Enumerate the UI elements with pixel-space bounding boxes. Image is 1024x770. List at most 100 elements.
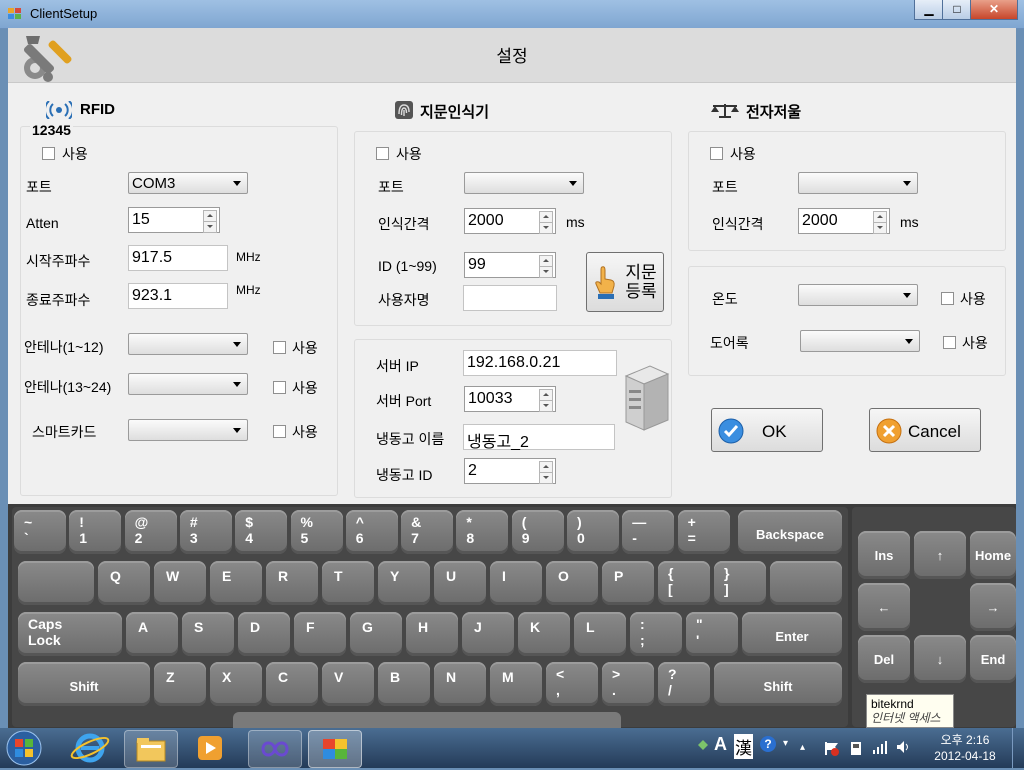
key-punct-0[interactable]: :; bbox=[630, 612, 682, 656]
spin-down-icon[interactable] bbox=[539, 400, 553, 412]
scale-port-select[interactable] bbox=[798, 172, 918, 194]
key-n[interactable]: N bbox=[434, 662, 486, 706]
key--[interactable]: — - bbox=[622, 510, 675, 554]
cancel-button[interactable]: Cancel bbox=[869, 408, 981, 452]
key-g[interactable]: G bbox=[350, 612, 402, 656]
key-4[interactable]: $4 bbox=[235, 510, 288, 554]
fridge-id-spinner[interactable]: 2 bbox=[464, 458, 556, 484]
doorlock-select[interactable] bbox=[800, 330, 920, 352]
key-t[interactable]: T bbox=[322, 561, 374, 605]
delete-key[interactable]: Del bbox=[858, 635, 910, 683]
file-explorer-icon[interactable] bbox=[124, 730, 178, 768]
tab-key[interactable] bbox=[18, 561, 94, 605]
backspace-key[interactable]: Backspace bbox=[738, 510, 842, 554]
key-6[interactable]: ^ 6 bbox=[345, 510, 398, 554]
key-7[interactable]: & 7 bbox=[401, 510, 454, 554]
key-3[interactable]: #3 bbox=[179, 510, 232, 554]
key-2[interactable]: @2 bbox=[124, 510, 177, 554]
start-freq-input[interactable]: 917.5 bbox=[128, 245, 228, 271]
clientsetup-taskbar-icon[interactable] bbox=[308, 730, 362, 768]
home-key[interactable]: Home bbox=[970, 531, 1016, 579]
key-x[interactable]: X bbox=[210, 662, 262, 706]
key-5[interactable]: % 5 bbox=[290, 510, 343, 554]
fingerprint-port-select[interactable] bbox=[464, 172, 584, 194]
arrow-up-key[interactable]: ↑ bbox=[914, 531, 966, 579]
network-signal-icon[interactable] bbox=[872, 740, 888, 754]
help-icon[interactable]: ? bbox=[760, 736, 776, 752]
antenna1-use-checkbox[interactable] bbox=[273, 341, 286, 354]
key-=[interactable]: + = bbox=[677, 510, 730, 554]
volume-icon[interactable] bbox=[896, 740, 912, 754]
key-s[interactable]: S bbox=[182, 612, 234, 656]
infinity-app-icon[interactable] bbox=[248, 730, 302, 768]
rfid-port-select[interactable]: COM3 bbox=[128, 172, 248, 194]
spin-down-icon[interactable] bbox=[539, 222, 553, 234]
key-1[interactable]: ! 1 bbox=[69, 510, 122, 554]
key-h[interactable]: H bbox=[406, 612, 458, 656]
key-d[interactable]: D bbox=[238, 612, 290, 656]
spin-down-icon[interactable] bbox=[539, 266, 553, 278]
temperature-use-checkbox[interactable] bbox=[941, 292, 954, 305]
key-m[interactable]: M bbox=[490, 662, 542, 706]
close-button[interactable]: ✕ bbox=[970, 0, 1018, 20]
spin-down-icon[interactable] bbox=[203, 221, 217, 233]
fingerprint-interval-spinner[interactable]: 2000 bbox=[464, 208, 556, 234]
key-b[interactable]: B bbox=[378, 662, 430, 706]
key-i[interactable]: I bbox=[490, 561, 542, 605]
key-o[interactable]: O bbox=[546, 561, 598, 605]
key-a[interactable]: A bbox=[126, 612, 178, 656]
fingerprint-id-spinner[interactable]: 99 bbox=[464, 252, 556, 278]
key-punct2-0[interactable]: <, bbox=[546, 662, 598, 706]
arrow-left-key[interactable]: ← bbox=[858, 583, 910, 631]
key-r[interactable]: R bbox=[266, 561, 318, 605]
key-l[interactable]: L bbox=[574, 612, 626, 656]
fingerprint-use-checkbox[interactable] bbox=[376, 147, 389, 160]
insert-key[interactable]: Ins bbox=[858, 531, 910, 579]
antenna1-select[interactable] bbox=[128, 333, 248, 355]
clock[interactable]: 오후 2:16 2012-04-18 bbox=[930, 732, 1000, 764]
key-w[interactable]: W bbox=[154, 561, 206, 605]
spin-down-icon[interactable] bbox=[539, 472, 553, 484]
key-9[interactable]: (9 bbox=[511, 510, 564, 554]
key-p[interactable]: P bbox=[602, 561, 654, 605]
arrow-right-key[interactable]: → bbox=[970, 583, 1016, 631]
key-q[interactable]: Q bbox=[98, 561, 150, 605]
key-0[interactable]: ) 0 bbox=[567, 510, 619, 554]
key-c[interactable]: C bbox=[266, 662, 318, 706]
end-key[interactable]: End bbox=[970, 635, 1016, 683]
ime-a-icon[interactable]: A bbox=[714, 734, 727, 755]
key-e[interactable]: E bbox=[210, 561, 262, 605]
scale-use-checkbox[interactable] bbox=[710, 147, 723, 160]
key-punct2-1[interactable]: >. bbox=[602, 662, 654, 706]
atten-spinner[interactable]: 15 bbox=[128, 207, 220, 233]
username-input[interactable] bbox=[463, 285, 557, 311]
end-freq-input[interactable]: 923.1 bbox=[128, 283, 228, 309]
tray-expand-icon[interactable]: ▾ bbox=[783, 738, 788, 749]
fridge-name-input[interactable]: 냉동고_2 bbox=[463, 424, 615, 451]
antenna2-use-checkbox[interactable] bbox=[273, 381, 286, 394]
media-player-icon[interactable] bbox=[184, 730, 236, 766]
caps-lock-key[interactable]: Caps Lock bbox=[18, 612, 122, 656]
show-desktop-button[interactable] bbox=[1012, 728, 1024, 768]
action-center-flag-icon[interactable] bbox=[824, 740, 840, 756]
key-8[interactable]: * 8 bbox=[456, 510, 509, 554]
window-titlebar[interactable]: ClientSetup ▁ □ ✕ bbox=[0, 0, 1024, 29]
key-y[interactable]: Y bbox=[378, 561, 430, 605]
smartcard-use-checkbox[interactable] bbox=[273, 425, 286, 438]
tray-arrow-icon[interactable]: ▴ bbox=[800, 742, 805, 753]
enter-key[interactable]: Enter bbox=[742, 612, 842, 656]
temperature-select[interactable] bbox=[798, 284, 918, 306]
key-`[interactable]: ~ ` bbox=[14, 510, 66, 554]
key-v[interactable]: V bbox=[322, 662, 374, 706]
key-j[interactable]: J bbox=[462, 612, 514, 656]
start-button[interactable] bbox=[4, 729, 44, 767]
key-punct-1[interactable]: " ' bbox=[686, 612, 738, 656]
key-k[interactable]: K bbox=[518, 612, 570, 656]
minimize-button[interactable]: ▁ bbox=[914, 0, 944, 20]
antenna2-select[interactable] bbox=[128, 373, 248, 395]
maximize-button[interactable]: □ bbox=[942, 0, 972, 20]
ime-hanja-icon[interactable]: 漢 bbox=[734, 734, 753, 759]
backslash-key[interactable] bbox=[770, 561, 842, 605]
key-z[interactable]: Z bbox=[154, 662, 206, 706]
internet-explorer-icon[interactable] bbox=[64, 730, 116, 766]
